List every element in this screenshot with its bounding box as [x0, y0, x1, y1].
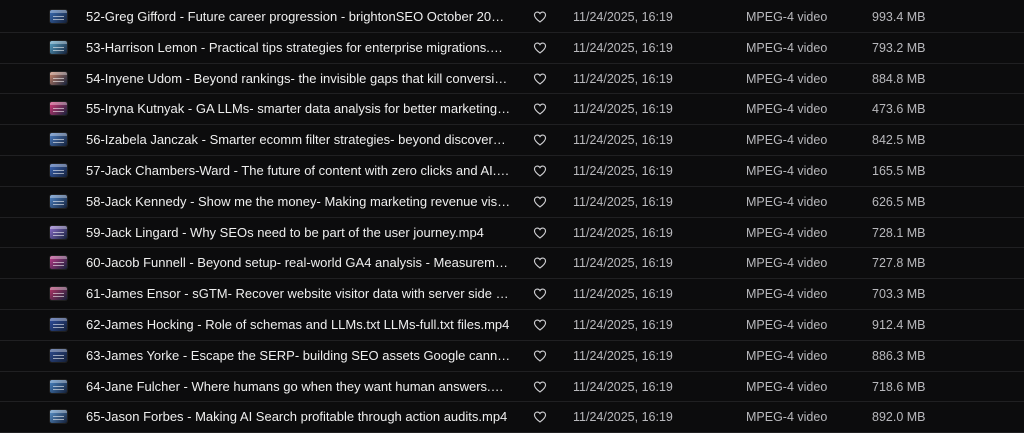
file-kind: MPEG-4 video	[746, 348, 828, 363]
date-modified: 11/24/2025, 16:19	[573, 348, 673, 363]
file-name[interactable]: 62-James Hocking - Role of schemas and L…	[86, 310, 511, 340]
file-kind: MPEG-4 video	[746, 256, 828, 271]
file-row[interactable]: 62-James Hocking - Role of schemas and L…	[0, 310, 1024, 341]
file-kind: MPEG-4 video	[746, 133, 828, 148]
file-size: 793.2 MB	[872, 40, 926, 55]
heart-outline-icon[interactable]	[533, 256, 547, 270]
file-name[interactable]: 63-James Yorke - Escape the SERP- buildi…	[86, 341, 511, 371]
file-name[interactable]: 65-Jason Forbes - Making AI Search profi…	[86, 402, 511, 432]
file-kind: MPEG-4 video	[746, 10, 828, 24]
date-modified: 11/24/2025, 16:19	[573, 287, 673, 302]
file-size: 727.8 MB	[872, 256, 926, 271]
date-modified: 11/24/2025, 16:19	[573, 379, 673, 394]
file-size: 165.5 MB	[872, 164, 926, 178]
video-thumbnail-icon	[50, 71, 67, 85]
file-row[interactable]: 63-James Yorke - Escape the SERP- buildi…	[0, 341, 1024, 372]
video-thumbnail-icon	[50, 410, 67, 424]
file-name[interactable]: 54-Inyene Udom - Beyond rankings- the in…	[86, 64, 511, 94]
file-name[interactable]: 59-Jack Lingard - Why SEOs need to be pa…	[86, 218, 511, 248]
date-modified: 11/24/2025, 16:19	[573, 225, 673, 240]
date-modified: 11/24/2025, 16:19	[573, 164, 673, 178]
heart-outline-icon[interactable]	[533, 10, 547, 24]
heart-outline-icon[interactable]	[533, 41, 547, 55]
video-thumbnail-icon	[50, 194, 67, 208]
date-modified: 11/24/2025, 16:19	[573, 102, 673, 117]
file-kind: MPEG-4 video	[746, 379, 828, 394]
heart-outline-icon[interactable]	[533, 226, 547, 240]
file-name[interactable]: 57-Jack Chambers-Ward - The future of co…	[86, 156, 511, 186]
file-row[interactable]: 59-Jack Lingard - Why SEOs need to be pa…	[0, 218, 1024, 249]
file-row[interactable]: 60-Jacob Funnell - Beyond setup- real-wo…	[0, 248, 1024, 280]
date-modified: 11/24/2025, 16:19	[573, 410, 673, 425]
heart-outline-icon[interactable]	[533, 349, 547, 363]
file-kind: MPEG-4 video	[746, 40, 828, 55]
date-modified: 11/24/2025, 16:19	[573, 71, 673, 86]
file-list: 52-Greg Gifford - Future career progress…	[0, 0, 1024, 433]
file-name[interactable]: 56-Izabela Janczak - Smarter ecomm filte…	[86, 125, 511, 155]
file-kind: MPEG-4 video	[746, 287, 828, 302]
file-kind: MPEG-4 video	[746, 102, 828, 117]
file-row[interactable]: 52-Greg Gifford - Future career progress…	[0, 2, 1024, 33]
file-kind: MPEG-4 video	[746, 318, 828, 332]
file-row[interactable]: 58-Jack Kennedy - Show me the money- Mak…	[0, 187, 1024, 218]
file-size: 912.4 MB	[872, 318, 926, 332]
video-thumbnail-icon	[50, 256, 67, 270]
file-size: 892.0 MB	[872, 410, 926, 425]
heart-outline-icon[interactable]	[533, 195, 547, 209]
file-size: 886.3 MB	[872, 348, 926, 363]
file-row[interactable]: 56-Izabela Janczak - Smarter ecomm filte…	[0, 125, 1024, 156]
file-name[interactable]: 58-Jack Kennedy - Show me the money- Mak…	[86, 187, 511, 217]
file-kind: MPEG-4 video	[746, 225, 828, 240]
heart-outline-icon[interactable]	[533, 72, 547, 86]
video-thumbnail-icon	[50, 225, 67, 239]
file-name[interactable]: 55-Iryna Kutnyak - GA LLMs- smarter data…	[86, 94, 511, 124]
heart-outline-icon[interactable]	[533, 133, 547, 147]
heart-outline-icon[interactable]	[533, 102, 547, 116]
heart-outline-icon[interactable]	[533, 410, 547, 424]
file-size: 626.5 MB	[872, 194, 926, 209]
heart-outline-icon[interactable]	[533, 318, 547, 332]
video-thumbnail-icon	[50, 133, 67, 147]
file-size: 884.8 MB	[872, 71, 926, 86]
video-thumbnail-icon	[50, 318, 67, 331]
date-modified: 11/24/2025, 16:19	[573, 10, 673, 24]
date-modified: 11/24/2025, 16:19	[573, 194, 673, 209]
video-thumbnail-icon	[50, 10, 67, 23]
file-row[interactable]: 61-James Ensor - sGTM- Recover website v…	[0, 279, 1024, 310]
heart-outline-icon[interactable]	[533, 164, 547, 178]
file-name[interactable]: 61-James Ensor - sGTM- Recover website v…	[86, 279, 511, 309]
video-thumbnail-icon	[50, 379, 67, 393]
file-size: 703.3 MB	[872, 287, 926, 302]
video-thumbnail-icon	[50, 287, 67, 301]
file-name[interactable]: 64-Jane Fulcher - Where humans go when t…	[86, 372, 511, 402]
file-kind: MPEG-4 video	[746, 164, 828, 178]
file-size: 842.5 MB	[872, 133, 926, 148]
file-kind: MPEG-4 video	[746, 71, 828, 86]
file-kind: MPEG-4 video	[746, 410, 828, 425]
heart-outline-icon[interactable]	[533, 380, 547, 394]
date-modified: 11/24/2025, 16:19	[573, 40, 673, 55]
file-size: 993.4 MB	[872, 10, 926, 24]
file-row[interactable]: 53-Harrison Lemon - Practical tips strat…	[0, 33, 1024, 64]
file-row[interactable]: 55-Iryna Kutnyak - GA LLMs- smarter data…	[0, 94, 1024, 126]
video-thumbnail-icon	[50, 348, 67, 362]
file-row[interactable]: 54-Inyene Udom - Beyond rankings- the in…	[0, 64, 1024, 95]
video-thumbnail-icon	[50, 102, 67, 116]
file-row[interactable]: 65-Jason Forbes - Making AI Search profi…	[0, 402, 1024, 433]
file-name[interactable]: 52-Greg Gifford - Future career progress…	[86, 2, 511, 32]
date-modified: 11/24/2025, 16:19	[573, 318, 673, 332]
file-name[interactable]: 60-Jacob Funnell - Beyond setup- real-wo…	[86, 248, 511, 278]
file-size: 473.6 MB	[872, 102, 926, 117]
date-modified: 11/24/2025, 16:19	[573, 256, 673, 271]
video-thumbnail-icon	[50, 40, 67, 54]
video-thumbnail-icon	[50, 164, 67, 177]
file-kind: MPEG-4 video	[746, 194, 828, 209]
file-size: 718.6 MB	[872, 379, 926, 394]
file-size: 728.1 MB	[872, 225, 926, 240]
heart-outline-icon[interactable]	[533, 287, 547, 301]
file-row[interactable]: 57-Jack Chambers-Ward - The future of co…	[0, 156, 1024, 187]
file-row[interactable]: 64-Jane Fulcher - Where humans go when t…	[0, 372, 1024, 403]
date-modified: 11/24/2025, 16:19	[573, 133, 673, 148]
file-name[interactable]: 53-Harrison Lemon - Practical tips strat…	[86, 33, 511, 63]
